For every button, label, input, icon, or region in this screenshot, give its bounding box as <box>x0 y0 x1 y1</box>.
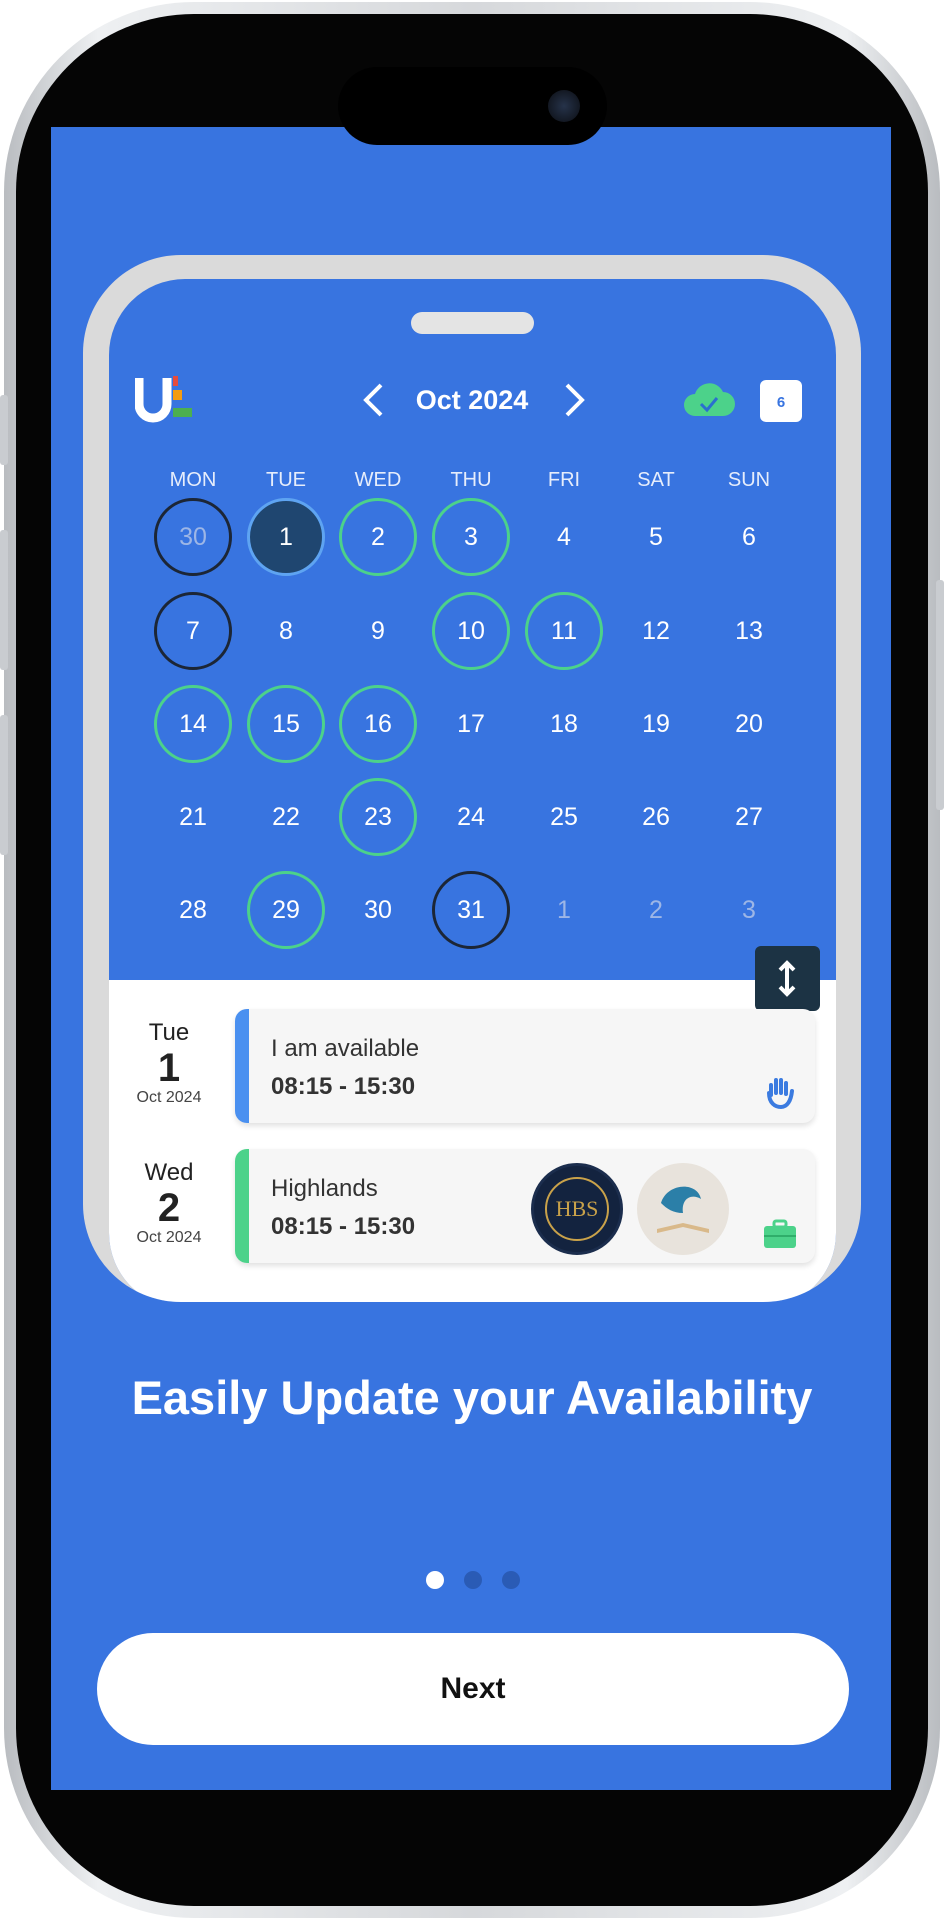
weekday-label: SUN <box>727 469 771 491</box>
vertical-arrows-icon <box>778 960 796 997</box>
power-button <box>936 580 944 810</box>
volume-down-button <box>0 715 8 855</box>
weekday-label: WED <box>354 469 402 491</box>
event-day: 1 <box>157 1046 181 1090</box>
calendar-day[interactable]: 13 <box>710 592 788 670</box>
calendar-day[interactable]: 5 <box>617 498 695 576</box>
weekday-label: SAT <box>637 469 675 491</box>
weekday-label: TUE <box>266 469 306 491</box>
page-dot[interactable] <box>464 1571 482 1589</box>
calendar-day[interactable]: 31 <box>432 871 510 949</box>
calendar-day[interactable]: 11 <box>525 592 603 670</box>
event-time: 08:15 - 15:30 <box>271 1213 416 1240</box>
hand-icon <box>767 1078 794 1109</box>
calendar-day[interactable]: 22 <box>247 778 325 856</box>
event-time: 08:15 - 15:30 <box>271 1073 416 1100</box>
calendar-day[interactable]: 1 <box>525 871 603 949</box>
page-dot-active[interactable] <box>426 1571 444 1589</box>
calendar-day[interactable]: 30 <box>154 498 232 576</box>
calendar-day[interactable]: 3 <box>710 871 788 949</box>
calendar-today-icon[interactable]: 6 <box>760 380 802 422</box>
event-date: Tue 1 Oct 2024 <box>114 1019 224 1107</box>
camera <box>548 90 580 122</box>
event-color-bar <box>235 1149 249 1263</box>
calendar-day[interactable]: 8 <box>247 592 325 670</box>
event-weekday: Tue <box>148 1019 190 1046</box>
book-wave-logo-icon <box>657 1186 709 1233</box>
headline: Easily Update your Availability <box>131 1371 813 1424</box>
page-dot[interactable] <box>502 1571 520 1589</box>
event-title: Highlands <box>271 1175 378 1202</box>
side-button <box>0 395 8 465</box>
weekday-label: THU <box>450 469 492 491</box>
calendar-day[interactable]: 21 <box>154 778 232 856</box>
calendar-day[interactable]: 14 <box>154 685 232 763</box>
drag-handle <box>411 312 534 334</box>
calendar-day[interactable]: 19 <box>617 685 695 763</box>
school-avatar-hbs[interactable]: HBS <box>531 1163 623 1255</box>
next-button[interactable]: Next <box>97 1633 849 1745</box>
event-day: 2 <box>157 1186 181 1230</box>
calendar-day[interactable]: 24 <box>432 778 510 856</box>
event-month: Oct 2024 <box>136 1089 202 1106</box>
event-month: Oct 2024 <box>136 1229 202 1246</box>
calendar-day[interactable]: 2 <box>617 871 695 949</box>
calendar-day[interactable]: 20 <box>710 685 788 763</box>
calendar-day[interactable]: 23 <box>339 778 417 856</box>
calendar-day[interactable]: 25 <box>525 778 603 856</box>
app-logo-icon <box>135 376 192 423</box>
calendar-day[interactable]: 15 <box>247 685 325 763</box>
event-title: I am available <box>271 1035 420 1062</box>
event-date: Wed 2 Oct 2024 <box>114 1159 224 1247</box>
calendar-screen: Oct 2024 6 MON TUE WED THU FRI SAT SUN 30 1 2 3 4 5… <box>109 279 836 1302</box>
calendar-day[interactable]: 3 <box>432 498 510 576</box>
weekday-label: MON <box>169 469 217 491</box>
calendar-day[interactable]: 7 <box>154 592 232 670</box>
calendar-day[interactable]: 9 <box>339 592 417 670</box>
school-avatar-book[interactable] <box>637 1163 729 1255</box>
event-weekday: Wed <box>144 1159 194 1186</box>
event-card[interactable]: Highlands 08:15 - 15:30 HBS <box>235 1149 815 1263</box>
briefcase-icon <box>764 1219 796 1248</box>
calendar-day[interactable]: 28 <box>154 871 232 949</box>
cloud-sync-icon[interactable] <box>683 380 735 418</box>
event-card[interactable]: I am available 08:15 - 15:30 <box>235 1009 815 1123</box>
next-month-chevron-icon[interactable] <box>563 382 587 418</box>
calendar-day[interactable]: 12 <box>617 592 695 670</box>
app-preview-mockup: Oct 2024 6 MON TUE WED THU FRI SAT SUN 30 1 2 3 4 5… <box>83 255 861 1302</box>
event-color-bar <box>235 1009 249 1123</box>
calendar-day[interactable]: 2 <box>339 498 417 576</box>
calendar-day[interactable]: 26 <box>617 778 695 856</box>
calendar-day[interactable]: 6 <box>710 498 788 576</box>
calendar-day[interactable]: 10 <box>432 592 510 670</box>
calendar-day[interactable]: 29 <box>247 871 325 949</box>
calendar-day[interactable]: 17 <box>432 685 510 763</box>
volume-up-button <box>0 530 8 670</box>
calendar-day[interactable]: 4 <box>525 498 603 576</box>
calendar-day[interactable]: 30 <box>339 871 417 949</box>
weekday-label: FRI <box>547 469 581 491</box>
calendar-day[interactable]: 16 <box>339 685 417 763</box>
month-label: Oct 2024 <box>415 385 529 415</box>
calendar-day[interactable]: 27 <box>710 778 788 856</box>
calendar-day[interactable]: 18 <box>525 685 603 763</box>
calendar-day[interactable]: 1 <box>247 498 325 576</box>
expand-toggle-button[interactable] <box>755 946 820 1011</box>
prev-month-chevron-icon[interactable] <box>361 382 385 418</box>
